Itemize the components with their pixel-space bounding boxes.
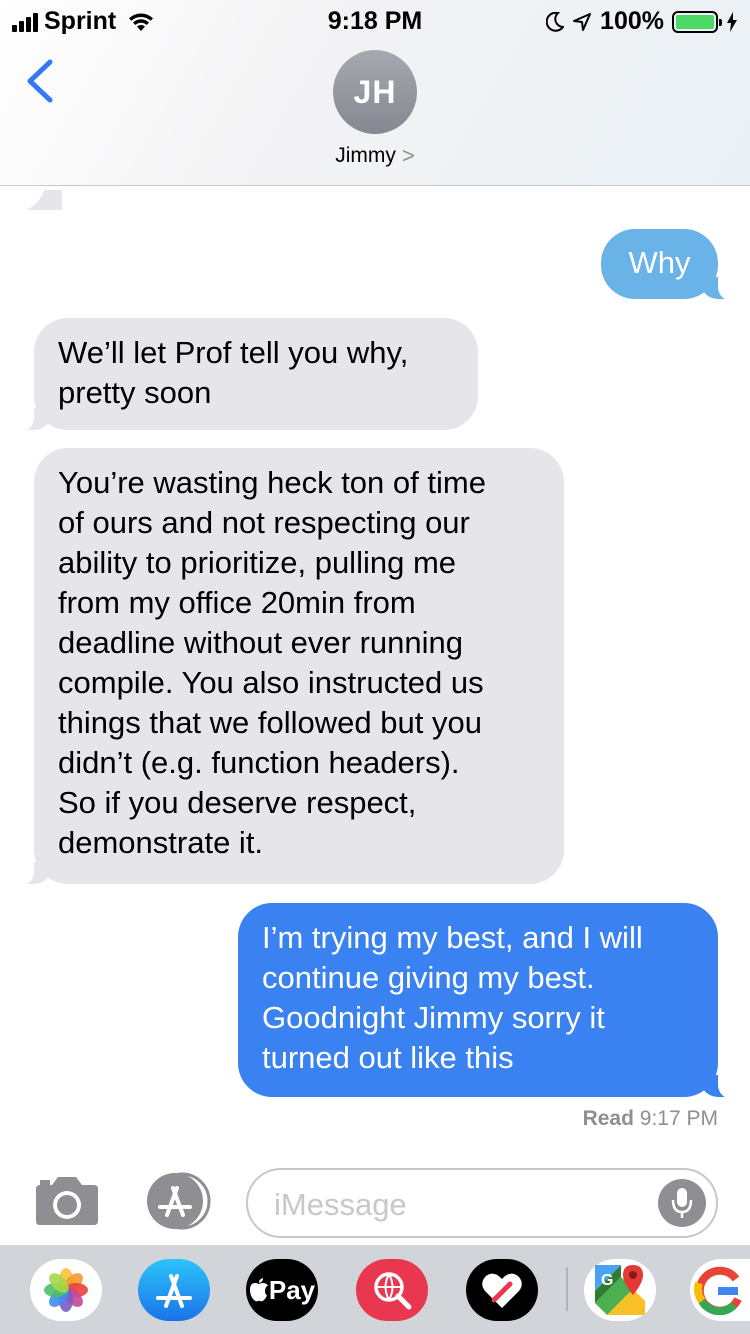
read-receipt: Read 9:17 PM bbox=[583, 1107, 718, 1131]
back-chevron-icon[interactable] bbox=[22, 58, 58, 104]
status-bar: Sprint 9:18 PM 100% bbox=[0, 0, 750, 40]
app-store-drawer-icon[interactable] bbox=[138, 1172, 212, 1230]
chevron-right-icon: > bbox=[401, 143, 415, 168]
camera-icon[interactable] bbox=[34, 1175, 100, 1227]
message-bubble-received[interactable]: You’re wasting heck ton of time of ours … bbox=[10, 448, 564, 886]
read-time: 9:17 PM bbox=[639, 1107, 718, 1130]
contact-name: Jimmy bbox=[335, 144, 396, 167]
battery-icon bbox=[672, 10, 722, 33]
microphone-button[interactable] bbox=[658, 1179, 706, 1227]
message-bubble-received[interactable]: We’ll let Prof tell you why, pretty soon bbox=[10, 318, 478, 432]
bubble-tail-partial bbox=[26, 190, 62, 210]
message-line: We’ll let Prof tell you why, bbox=[58, 335, 409, 370]
do-not-disturb-moon-icon bbox=[546, 11, 565, 32]
contact-name-button[interactable]: Jimmy > bbox=[0, 143, 750, 169]
google-g-icon bbox=[694, 1266, 742, 1315]
globe-search-icon bbox=[374, 1272, 412, 1310]
drawer-divider bbox=[566, 1267, 568, 1311]
location-arrow-icon bbox=[573, 12, 592, 31]
app-drawer: Pay G bbox=[0, 1245, 750, 1334]
battery-fill bbox=[676, 14, 714, 29]
message-line: deadline without ever running bbox=[58, 625, 463, 660]
svg-text:G: G bbox=[601, 1272, 613, 1289]
message-line: So if you deserve respect, bbox=[58, 785, 417, 820]
message-line: demonstrate it. bbox=[58, 825, 264, 860]
message-bubble-sent[interactable]: I’m trying my best, and I will continue … bbox=[238, 903, 742, 1099]
apple-logo-icon bbox=[249, 1278, 268, 1302]
message-line: didn’t (e.g. function headers). bbox=[58, 745, 460, 780]
photos-app-button[interactable] bbox=[30, 1259, 102, 1321]
microphone-icon bbox=[671, 1188, 693, 1218]
read-label: Read bbox=[582, 1107, 634, 1130]
photos-icon bbox=[44, 1268, 88, 1312]
message-input[interactable]: iMessage bbox=[246, 1168, 718, 1238]
image-search-app-button[interactable] bbox=[356, 1259, 428, 1321]
conversation-header: Sprint 9:18 PM 100% JH Jimmy > bbox=[0, 0, 750, 186]
message-line: continue giving my best. bbox=[262, 960, 595, 995]
message-line: things that we followed but you bbox=[58, 705, 482, 740]
message-text: Why bbox=[628, 245, 691, 280]
battery-percent: 100% bbox=[600, 7, 664, 35]
message-bubble-sent[interactable]: Why bbox=[601, 229, 742, 301]
message-line: pretty soon bbox=[58, 375, 212, 410]
message-line: turned out like this bbox=[262, 1040, 514, 1075]
heart-touch-icon bbox=[482, 1273, 522, 1308]
google-app-button[interactable] bbox=[690, 1259, 750, 1321]
message-line: I’m trying my best, and I will bbox=[262, 920, 643, 955]
digital-touch-app-button[interactable] bbox=[466, 1259, 538, 1321]
app-store-icon bbox=[156, 1274, 192, 1308]
charging-bolt-icon bbox=[727, 11, 737, 32]
contact-avatar[interactable]: JH bbox=[333, 50, 417, 134]
message-line: Goodnight Jimmy sorry it bbox=[262, 1000, 605, 1035]
message-line: ability to prioritize, pulling me bbox=[58, 545, 457, 580]
avatar-initials: JH bbox=[353, 73, 397, 110]
google-maps-icon: G bbox=[595, 1265, 645, 1315]
message-line: from my office 20min from bbox=[58, 585, 416, 620]
message-line: of ours and not respecting our bbox=[58, 505, 470, 540]
apple-pay-app-button[interactable]: Pay bbox=[246, 1259, 318, 1321]
message-line: You’re wasting heck ton of time bbox=[58, 465, 486, 500]
google-maps-app-button[interactable]: G bbox=[584, 1259, 656, 1321]
apple-pay-label: Pay bbox=[268, 1274, 316, 1305]
status-right-group: 100% bbox=[546, 7, 738, 36]
app-store-app-button[interactable] bbox=[138, 1259, 210, 1321]
message-line: compile. You also instructed us bbox=[58, 665, 484, 700]
message-input-placeholder: iMessage bbox=[274, 1187, 407, 1222]
